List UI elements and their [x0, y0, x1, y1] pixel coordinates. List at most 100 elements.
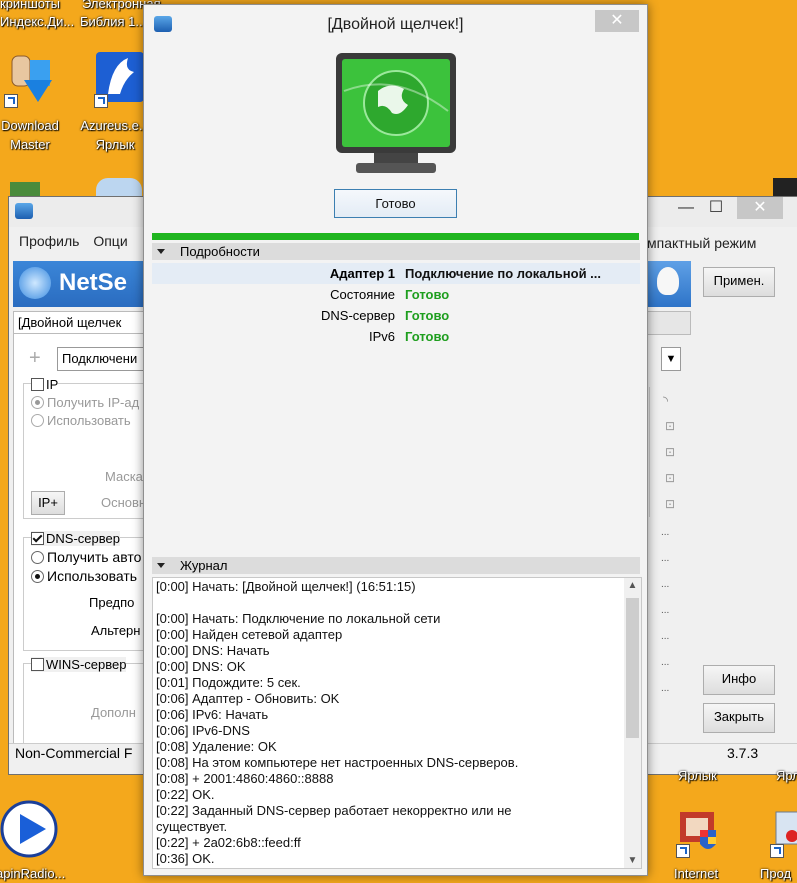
ip-obtain-label: Получить IP-ад [47, 395, 140, 410]
version-label: 3.7.3 [727, 745, 759, 761]
monitor-partial-icon [773, 178, 797, 198]
wins-label: WINS-сервер [46, 657, 127, 672]
detail-value: Подключение по локальной ... [405, 266, 602, 281]
dns-more-2[interactable]: ... [661, 553, 669, 564]
journal-header[interactable]: Журнал [152, 557, 640, 574]
copy-icon-2[interactable]: ⊡ [665, 445, 675, 459]
license-status: Non-Commercial F [15, 745, 133, 761]
detail-value: Готово [405, 287, 450, 302]
scroll-thumb[interactable] [626, 598, 639, 738]
detail-key: IPv6 [368, 329, 395, 344]
details-header[interactable]: Подробности [152, 243, 640, 260]
ip-use-radio[interactable]: Использовать [31, 413, 131, 428]
menu-profile[interactable]: Профиль [19, 233, 79, 249]
collapse-triangle-icon [157, 563, 165, 568]
log-line: [0:00] DNS: OK [156, 659, 246, 674]
copy-icon-3[interactable]: ⊡ [665, 471, 675, 485]
connection-dialog: [Двойной щелчек!] ✕ Готово Подробности А… [143, 4, 648, 876]
collapse-triangle-icon [157, 249, 165, 254]
ip-plus-button[interactable]: IP+ [31, 491, 65, 515]
dns-use-radio[interactable]: Использовать [31, 568, 137, 584]
dns-more-5[interactable]: ... [661, 631, 669, 642]
wins-extra-label: Дополн [91, 705, 136, 720]
close-button[interactable]: ✕ [737, 197, 783, 219]
dns-more-7[interactable]: ... [661, 683, 669, 694]
scroll-down-icon[interactable]: ▼ [624, 855, 641, 866]
app-banner: NetSe [13, 261, 143, 307]
detail-row: Адаптер 1 Подключение по локальной ... [152, 263, 640, 284]
detail-row: Состояние Готово [152, 284, 640, 305]
detail-key: Состояние [330, 287, 395, 302]
compact-mode-toggle[interactable]: мпактный режим [647, 235, 756, 251]
log-line: [0:00] DNS: Начать [156, 643, 270, 658]
minimize-button[interactable]: — [673, 197, 699, 219]
log-line: [0:00] Начать: Подключение по локальной … [156, 611, 441, 626]
menu-bar: Профиль Опци [19, 233, 138, 249]
connection-select-arrow[interactable]: ▼ [661, 347, 681, 371]
gateway-label: Основн [101, 495, 147, 510]
add-connection-icon[interactable]: + [29, 347, 41, 370]
apply-button[interactable]: Примен. [703, 267, 775, 297]
ip-obtain-radio[interactable]: Получить IP-ад [31, 395, 139, 410]
dns-label: DNS-сервер [46, 531, 120, 546]
desktop-top-label-3: Индекс.Ди... [0, 14, 75, 29]
profile-tab-strip [647, 311, 691, 335]
detail-row: IPv6 Готово [152, 326, 640, 347]
dns-more-6[interactable]: ... [661, 657, 669, 668]
details-panel: Адаптер 1 Подключение по локальной ... С… [152, 263, 640, 559]
maximize-button[interactable]: ☐ [703, 197, 729, 219]
log-line: существует. [156, 819, 228, 834]
log-line: [0:01] Подождите: 5 сек. [156, 675, 301, 690]
log-line: [0:22] + 2a02:6b8::feed:ff [156, 835, 301, 850]
prod-label: Прод [760, 866, 792, 881]
copy-icon-1[interactable]: ⊡ [665, 419, 675, 433]
internet-icon[interactable] [674, 806, 728, 860]
log-line: [0:06] IPv6-DNS [156, 723, 250, 738]
journal-log[interactable]: [0:00] Начать: [Двойной щелчек!] (16:51:… [152, 577, 642, 869]
yarlyk-label-1: Ярлык [678, 768, 717, 783]
journal-scrollbar[interactable]: ▲ ▼ [624, 578, 641, 868]
dns-more-1[interactable]: ... [661, 527, 669, 538]
detail-key: Адаптер 1 [329, 266, 395, 281]
close-app-button[interactable]: Закрыть [703, 703, 775, 733]
dns-obtain-radio[interactable]: Получить авто [31, 549, 141, 565]
log-line: [0:22] OK. [156, 787, 215, 802]
progress-bar [152, 233, 639, 240]
info-button[interactable]: Инфо [703, 665, 775, 695]
prod-icon[interactable] [770, 806, 797, 860]
log-line: [0:00] Начать: [Двойной щелчек!] (16:51:… [156, 579, 416, 594]
copy-icon-4[interactable]: ⊡ [665, 497, 675, 511]
detail-row: DNS-сервер Готово [152, 305, 640, 326]
ready-button[interactable]: Готово [334, 189, 457, 218]
app-name: NetSe [59, 269, 128, 296]
azureus-label: Azureus.e... Ярлык [80, 118, 150, 152]
dns-more-3[interactable]: ... [661, 579, 669, 590]
dns-obtain-label: Получить авто [47, 549, 142, 565]
dns-more-4[interactable]: ... [661, 605, 669, 616]
dns-use-label: Использовать [47, 568, 138, 584]
log-line: [0:08] На этом компьютере нет настроенны… [156, 755, 519, 770]
netsetman-logo-icon [19, 267, 51, 299]
log-line: [0:06] Адаптер - Обновить: OK [156, 691, 340, 706]
connection-select[interactable]: Подключени [57, 347, 147, 371]
profile-tab-active[interactable]: [Двойной щелчек [13, 311, 149, 334]
mask-label: Маска [105, 469, 143, 484]
ip-checkbox[interactable]: IP [31, 377, 59, 392]
dns-alternate-label: Альтерн [91, 623, 141, 638]
log-line: [0:06] IPv6: Начать [156, 707, 269, 722]
dns-checkbox[interactable]: DNS-сервер [31, 531, 120, 546]
details-header-label: Подробности [180, 244, 260, 259]
log-line: [0:22] Заданный DNS-сервер работает неко… [156, 803, 512, 818]
ip-use-label: Использовать [47, 413, 131, 428]
azureus-icon[interactable] [94, 50, 146, 108]
apinradio-label: apinRadio... [0, 866, 66, 881]
download-master-icon[interactable] [4, 50, 56, 108]
apinradio-icon[interactable] [0, 800, 58, 858]
wins-checkbox[interactable]: WINS-сервер [31, 657, 127, 672]
wifi-icon: ◝ [663, 393, 669, 408]
dialog-close-button[interactable]: ✕ [595, 10, 639, 32]
scroll-up-icon[interactable]: ▲ [624, 580, 641, 591]
dns-preferred-label: Предпо [89, 595, 135, 610]
desktop-top-label-4: Библия 1... [80, 14, 147, 29]
menu-options[interactable]: Опци [93, 233, 127, 249]
